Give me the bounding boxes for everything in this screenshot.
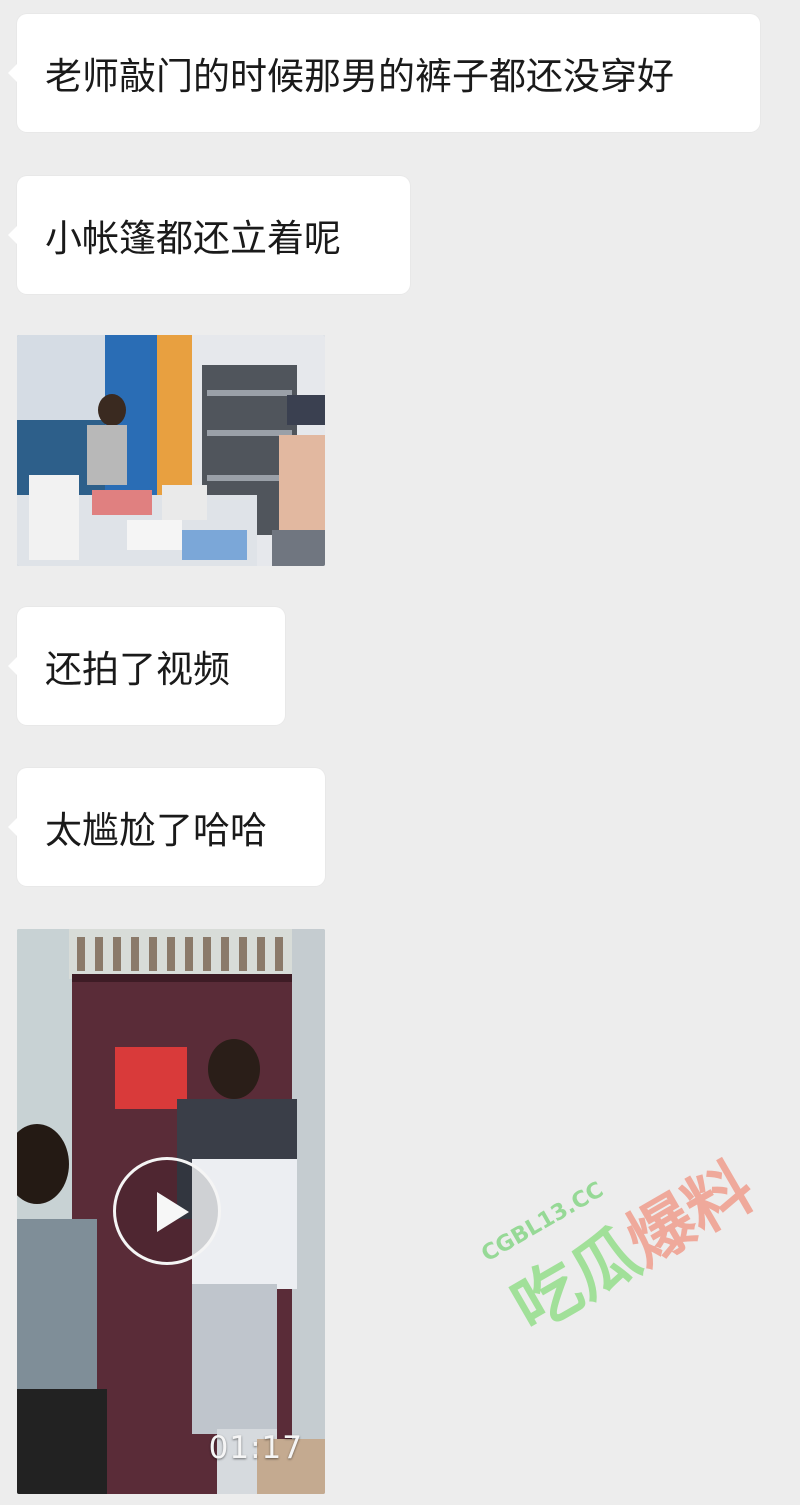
video-duration: 01:17 [208,1430,303,1466]
message-bubble[interactable]: 还拍了视频 [8,607,285,725]
watermark-brand: 吃瓜爆料 [492,1135,769,1350]
video-message[interactable]: 01:17 [17,929,325,1494]
message-bubble[interactable]: 小帐篷都还立着呢 [8,176,410,294]
play-icon [157,1192,189,1232]
message-text: 小帐篷都还立着呢 [45,217,341,260]
message-bubble[interactable]: 太尴尬了哈哈 [8,768,325,886]
watermark: CGBL13.CC 吃瓜爆料 [434,1042,795,1378]
watermark-site: CGBL13.CC [477,1177,608,1268]
message-bubble[interactable]: 老师敲门的时候那男的裤子都还没穿好 [8,14,760,132]
photo-thumbnail [17,335,325,566]
play-button[interactable] [113,1157,221,1265]
message-text: 老师敲门的时候那男的裤子都还没穿好 [45,55,674,98]
watermark-brand-part1: 吃瓜 [499,1214,653,1347]
watermark-brand-part2: 爆料 [613,1148,767,1281]
image-message[interactable] [17,335,325,566]
message-text: 太尴尬了哈哈 [45,809,267,852]
message-text: 还拍了视频 [45,648,230,691]
